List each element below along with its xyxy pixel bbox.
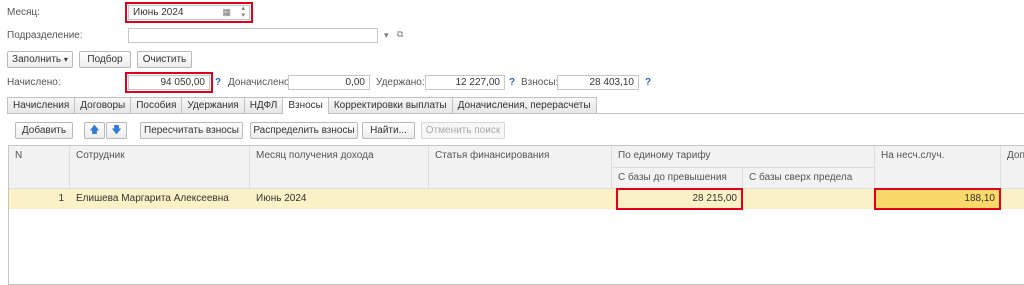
row-employee[interactable]: Елишева Маргарита Алексеевна	[70, 189, 250, 209]
column-header-unified-base[interactable]: С базы до превышения	[612, 168, 743, 189]
withheld-label: Удержано:	[376, 77, 425, 88]
highlight-frame	[616, 188, 743, 210]
tab-divider	[7, 113, 1024, 114]
additional-label: Доначислено:	[228, 77, 293, 88]
column-header-accident[interactable]: На несч.случ.	[875, 146, 1001, 189]
column-header-extra[interactable]: Доп	[1001, 146, 1024, 189]
fill-button-label: Заполнить	[12, 54, 62, 65]
help-icon[interactable]: ?	[645, 77, 651, 88]
column-header-n[interactable]: N	[9, 146, 70, 189]
recalculate-button[interactable]: Пересчитать взносы	[140, 122, 243, 139]
dropdown-icon[interactable]: ▾	[384, 30, 389, 41]
month-label: Месяц:	[7, 7, 40, 18]
department-field[interactable]	[128, 28, 378, 43]
help-icon[interactable]: ?	[215, 77, 221, 88]
stepper-icon[interactable]: ▴ ▾	[241, 6, 245, 19]
tab-contracts[interactable]: Договоры	[74, 97, 132, 113]
column-header-employee[interactable]: Сотрудник	[70, 146, 250, 189]
department-label: Подразделение:	[7, 30, 83, 41]
column-header-income-month[interactable]: Месяц получения дохода	[250, 146, 429, 189]
tab-accruals[interactable]: Начисления	[7, 97, 76, 113]
find-button[interactable]: Найти...	[362, 122, 415, 139]
tab-deductions[interactable]: Удержания	[181, 97, 245, 113]
calendar-icon[interactable]: ▦	[222, 6, 231, 19]
month-field[interactable]: Июнь 2024 ▦ ▴ ▾	[125, 2, 253, 23]
highlight-frame	[874, 188, 1001, 210]
contributions-label: Взносы:	[521, 77, 559, 88]
row-unified-over[interactable]	[743, 189, 875, 209]
column-header-financing[interactable]: Статья финансирования	[429, 146, 612, 189]
help-icon[interactable]: ?	[509, 77, 515, 88]
row-financing[interactable]	[429, 189, 612, 209]
open-icon[interactable]: ⧉	[397, 29, 403, 40]
tab-ndfl[interactable]: НДФЛ	[243, 97, 284, 113]
cancel-search-button[interactable]: Отменить поиск	[421, 122, 505, 139]
contributions-table: N Сотрудник Месяц получения дохода Стать…	[8, 145, 1024, 285]
distribute-button[interactable]: Распределить взносы	[250, 122, 358, 139]
tab-recalculations[interactable]: Доначисления, перерасчеты	[451, 97, 597, 113]
move-down-icon[interactable]: 🡇	[106, 122, 127, 139]
tab-bar: Начисления Договоры Пособия Удержания НД…	[7, 97, 597, 114]
add-button[interactable]: Добавить	[15, 122, 73, 139]
accrued-field[interactable]: 94 050,00	[125, 72, 213, 93]
fill-button[interactable]: Заполнить ▾	[7, 51, 73, 68]
withheld-field[interactable]: 12 227,00	[425, 75, 505, 90]
contributions-field[interactable]: 28 403,10	[557, 75, 639, 90]
accrued-label: Начислено:	[7, 77, 61, 88]
row-number: 1	[58, 193, 64, 204]
tab-payment-corrections[interactable]: Корректировки выплаты	[327, 97, 453, 113]
tab-benefits[interactable]: Пособия	[130, 97, 183, 113]
clear-button[interactable]: Очистить	[137, 51, 192, 68]
tab-contributions[interactable]: Взносы	[282, 97, 329, 114]
chevron-down-icon: ▾	[63, 55, 68, 64]
month-value: Июнь 2024	[133, 7, 184, 18]
additional-field[interactable]: 0,00	[288, 75, 370, 90]
column-group-unified[interactable]: По единому тарифу	[612, 146, 875, 168]
column-header-unified-over[interactable]: С базы сверх предела	[743, 168, 875, 189]
select-button[interactable]: Подбор	[79, 51, 131, 68]
row-income-month[interactable]: Июнь 2024	[250, 189, 429, 209]
move-up-icon[interactable]: 🡅	[84, 122, 105, 139]
